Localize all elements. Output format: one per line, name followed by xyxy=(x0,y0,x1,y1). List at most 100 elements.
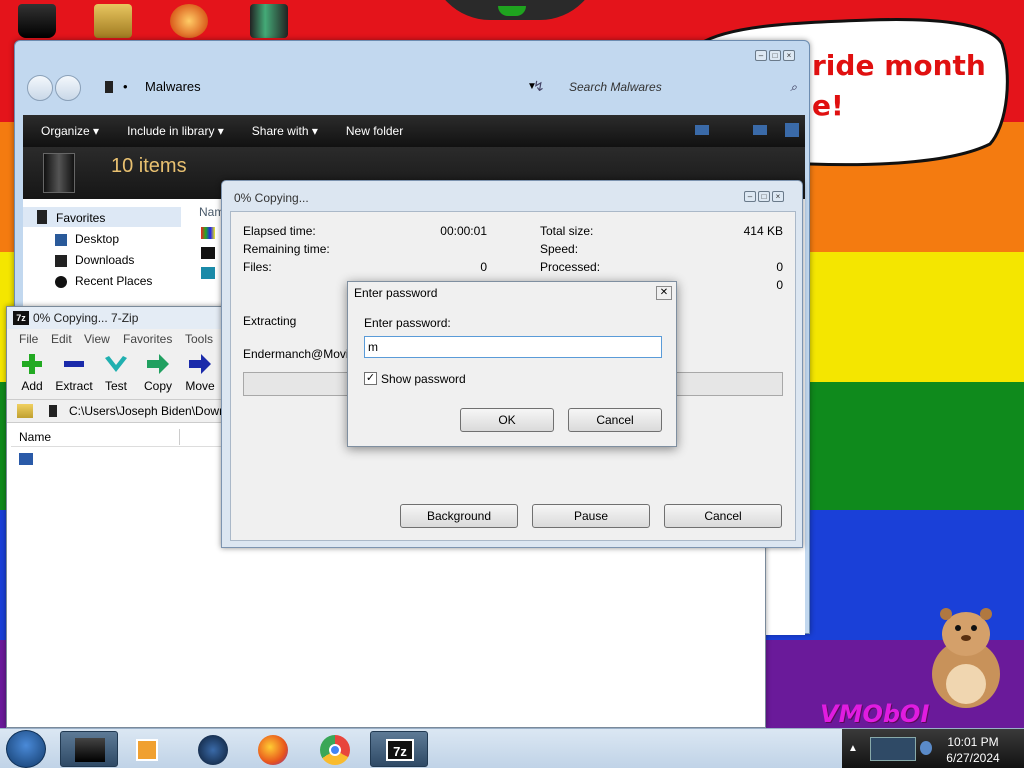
menu-file[interactable]: File xyxy=(19,329,38,349)
test-button[interactable]: Test xyxy=(95,353,137,393)
tray-expand-icon[interactable]: ▲ xyxy=(848,743,858,754)
close-button[interactable]: × xyxy=(783,50,795,61)
new-folder-button[interactable]: New folder xyxy=(346,124,403,138)
nav-item-desktop[interactable]: Desktop xyxy=(75,232,119,246)
total-size-label: Total size: xyxy=(540,224,594,238)
search-icon: ⌕ xyxy=(790,80,797,94)
archive-books-icon[interactable] xyxy=(250,4,288,38)
maximize-button[interactable]: □ xyxy=(769,50,781,61)
preview-pane-icon[interactable] xyxy=(753,125,767,135)
test-label: Test xyxy=(104,379,127,393)
firefox-icon xyxy=(258,735,288,765)
tray-7zip-icon[interactable] xyxy=(870,737,916,761)
taskbar-explorer[interactable] xyxy=(60,731,118,767)
share-with-button[interactable]: Share with ▾ xyxy=(252,124,318,138)
column-header-name[interactable]: Name xyxy=(19,427,51,447)
files-label: Files: xyxy=(243,260,272,274)
show-password-checkbox[interactable]: ✓ xyxy=(364,372,377,385)
minus-icon xyxy=(53,353,95,375)
cancel-button[interactable]: Cancel xyxy=(568,408,662,432)
checkmark-icon xyxy=(95,353,137,375)
search-placeholder: Search Malwares xyxy=(569,80,662,94)
add-button[interactable]: Add xyxy=(11,353,53,393)
search-input[interactable]: Search Malwares ⌕ xyxy=(561,75,803,99)
processed-label: Processed: xyxy=(540,260,601,274)
media-player-icon[interactable] xyxy=(170,4,208,38)
move-button[interactable]: Move xyxy=(179,353,221,393)
media-player-icon xyxy=(136,739,158,761)
address-bar[interactable]: • Malwares ▼ xyxy=(99,75,539,99)
file-row-icon[interactable] xyxy=(201,267,215,279)
drive-icon xyxy=(49,405,57,417)
close-icon[interactable]: ✕ xyxy=(656,286,672,300)
column-divider xyxy=(179,429,180,445)
taskbar-firefox[interactable] xyxy=(244,731,302,767)
globe-icon xyxy=(198,735,228,765)
computer-icon xyxy=(105,81,113,93)
speed-label: Speed: xyxy=(540,242,579,256)
nav-item-recent-places[interactable]: Recent Places xyxy=(75,274,152,288)
taskbar-media-player[interactable] xyxy=(120,731,178,767)
hamster-icon xyxy=(932,608,1000,708)
help-icon[interactable] xyxy=(785,123,799,137)
ok-button[interactable]: OK xyxy=(460,408,554,432)
cancel-copy-button[interactable]: Cancel xyxy=(664,504,782,528)
password-label: Enter password: xyxy=(364,316,451,330)
pause-button[interactable]: Pause xyxy=(532,504,650,528)
background-button[interactable]: Background xyxy=(400,504,518,528)
compressed-value: 0 xyxy=(776,278,783,292)
back-button[interactable] xyxy=(27,75,53,101)
file-row-icon[interactable] xyxy=(201,227,215,239)
move-label: Move xyxy=(185,379,215,393)
view-options-icon[interactable] xyxy=(695,125,709,135)
folder-stack-icon[interactable] xyxy=(94,4,132,38)
extract-label: Extract xyxy=(55,379,93,393)
clock-time[interactable]: 10:01 PM xyxy=(936,735,1010,749)
menu-tools[interactable]: Tools xyxy=(185,329,213,349)
copying-window-controls: – □ × xyxy=(744,191,784,202)
minimize-button[interactable]: – xyxy=(755,50,767,61)
taskbar-7zip[interactable]: 7z xyxy=(370,731,428,767)
speech-line-1: ride month xyxy=(812,49,986,82)
nav-item-favorites[interactable]: Favorites xyxy=(56,211,105,225)
minimize-button[interactable]: – xyxy=(744,191,756,202)
files-value: 0 xyxy=(480,260,487,274)
address-location: Malwares xyxy=(145,79,201,94)
total-size-value: 414 KB xyxy=(743,224,783,238)
organize-button[interactable]: Organize ▾ xyxy=(41,124,99,138)
menu-favorites[interactable]: Favorites xyxy=(123,329,172,349)
trash-can-icon[interactable] xyxy=(18,4,56,38)
file-row-icon[interactable] xyxy=(201,247,215,259)
extract-button[interactable]: Extract xyxy=(53,353,95,393)
menu-view[interactable]: View xyxy=(84,329,110,349)
clock-date[interactable]: 6/27/2024 xyxy=(936,751,1010,765)
password-dialog-body: Enter password: ✓ Show password OK Cance… xyxy=(350,304,674,444)
sevenzip-title: 0% Copying... 7-Zip xyxy=(33,311,139,325)
nav-item-downloads[interactable]: Downloads xyxy=(75,253,134,267)
explorer-window-controls: – □ × xyxy=(755,50,795,61)
copy-arrow-icon xyxy=(137,353,179,375)
maximize-button[interactable]: □ xyxy=(758,191,770,202)
remaining-time-label: Remaining time: xyxy=(243,242,330,256)
folder-up-icon[interactable] xyxy=(17,404,33,418)
show-password-label[interactable]: Show password xyxy=(381,372,466,386)
forward-button[interactable] xyxy=(55,75,81,101)
menu-edit[interactable]: Edit xyxy=(51,329,72,349)
include-in-library-button[interactable]: Include in library ▾ xyxy=(127,124,224,138)
sevenzip-path-input[interactable]: C:\Users\Joseph Biden\Down xyxy=(69,400,226,422)
archive-file-icon[interactable] xyxy=(19,453,33,465)
processed-value: 0 xyxy=(776,260,783,274)
taskbar-vm-app[interactable] xyxy=(184,731,242,767)
password-input[interactable] xyxy=(364,336,662,358)
password-dialog[interactable]: Enter password ✕ Enter password: ✓ Show … xyxy=(347,281,677,447)
volume-icon[interactable] xyxy=(920,741,932,755)
star-icon xyxy=(37,210,47,224)
elapsed-time-value: 00:00:01 xyxy=(440,224,487,238)
copy-button[interactable]: Copy xyxy=(137,353,179,393)
start-button[interactable] xyxy=(6,730,46,768)
taskbar-chrome[interactable] xyxy=(306,731,364,767)
close-button[interactable]: × xyxy=(772,191,784,202)
items-count: 10 items xyxy=(111,155,187,177)
speech-line-2: e! xyxy=(812,89,844,122)
refresh-icon[interactable]: ↯ xyxy=(533,78,545,95)
